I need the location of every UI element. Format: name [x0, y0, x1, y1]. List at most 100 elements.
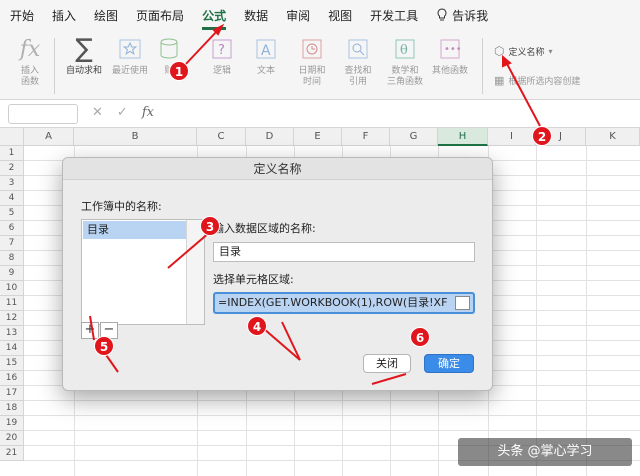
row-header[interactable]: 15: [0, 356, 24, 371]
clock-icon: [299, 36, 325, 62]
ribbon-separator: [54, 38, 55, 94]
tab-insert[interactable]: 插入: [52, 7, 76, 24]
column-header[interactable]: C: [197, 128, 246, 146]
row-header[interactable]: 16: [0, 371, 24, 386]
column-header[interactable]: F: [342, 128, 390, 146]
row-header[interactable]: 18: [0, 401, 24, 416]
row-header[interactable]: 21: [0, 446, 24, 461]
range-reference-value: =INDEX(GET.WORKBOOK(1),ROW(目录!XF: [218, 296, 448, 309]
step-marker-2: 2: [532, 126, 552, 146]
column-header[interactable]: G: [390, 128, 438, 146]
logical-label: 逻辑: [212, 66, 231, 76]
ok-button[interactable]: 确定: [424, 354, 474, 373]
column-header[interactable]: I: [488, 128, 536, 146]
cancel-formula-icon[interactable]: ✕: [92, 105, 103, 120]
sigma-icon: ∑: [75, 33, 93, 64]
logical-button[interactable]: ? 逻辑: [204, 36, 240, 77]
row-header[interactable]: 3: [0, 176, 24, 191]
formula-bar-icons: ✕ ✓ fx: [92, 105, 154, 120]
row-header[interactable]: 12: [0, 311, 24, 326]
svg-text:θ: θ: [400, 43, 408, 58]
more-dots-icon: •••: [437, 36, 463, 62]
insert-function-button[interactable]: fx 插入 函数: [14, 36, 46, 88]
recent-functions-button[interactable]: 最近使用: [108, 36, 152, 77]
row-header[interactable]: 19: [0, 416, 24, 431]
step-marker-6: 6: [410, 327, 430, 347]
range-reference-input[interactable]: =INDEX(GET.WORKBOOK(1),ROW(目录!XF: [213, 292, 475, 314]
workbook-names-label: 工作簿中的名称:: [81, 200, 162, 213]
tab-data[interactable]: 数据: [244, 7, 268, 24]
tag-icon: ⬡: [494, 44, 505, 58]
star-icon: [117, 36, 143, 62]
column-header[interactable]: D: [246, 128, 294, 146]
row-header[interactable]: 17: [0, 386, 24, 401]
theta-icon: θ: [392, 36, 418, 62]
autosum-label: 自动求和: [65, 66, 102, 76]
row-header[interactable]: 2: [0, 161, 24, 176]
row-header[interactable]: 11: [0, 296, 24, 311]
lookup-button[interactable]: 查找和 引用: [338, 36, 378, 88]
tab-formulas[interactable]: 公式: [202, 7, 227, 30]
create-from-selection-button[interactable]: ▦ 根据所选内容创建: [494, 74, 580, 87]
row-header[interactable]: 8: [0, 251, 24, 266]
grid-line: [24, 400, 640, 401]
row-header[interactable]: 13: [0, 326, 24, 341]
name-input[interactable]: 目录: [213, 242, 475, 262]
confirm-formula-icon[interactable]: ✓: [117, 105, 128, 120]
magnifier-icon: [345, 36, 371, 62]
list-scrollbar[interactable]: [186, 220, 204, 324]
tab-developer[interactable]: 开发工具: [370, 7, 418, 24]
name-prompt-label: 输入数据区域的名称:: [213, 222, 316, 235]
add-name-button[interactable]: +: [81, 322, 99, 339]
column-header[interactable]: K: [586, 128, 640, 146]
name-box[interactable]: [8, 104, 78, 124]
column-header-selected[interactable]: H: [438, 128, 488, 146]
dialog-title: 定义名称: [63, 158, 492, 180]
row-header[interactable]: 4: [0, 191, 24, 206]
grid-line: [24, 415, 640, 416]
tab-view[interactable]: 视图: [328, 7, 352, 24]
row-header[interactable]: 5: [0, 206, 24, 221]
row-header[interactable]: 10: [0, 281, 24, 296]
define-name-button[interactable]: ⬡ 定义名称 ▾: [494, 44, 553, 58]
close-button[interactable]: 关闭: [363, 354, 411, 373]
row-header[interactable]: 1: [0, 146, 24, 161]
autosum-button[interactable]: ∑ 自动求和: [62, 36, 106, 77]
tell-me-label: 告诉我: [452, 8, 489, 23]
names-list[interactable]: 目录: [81, 219, 205, 325]
more-functions-button[interactable]: ••• 其他函数: [428, 36, 472, 77]
svg-text:•••: •••: [444, 44, 462, 55]
tab-draw[interactable]: 绘图: [94, 7, 118, 24]
formula-bar: ✕ ✓ fx: [0, 100, 640, 128]
tell-me-search[interactable]: 告诉我: [436, 7, 488, 24]
text-functions-button[interactable]: A 文本: [248, 36, 284, 77]
tab-page-layout[interactable]: 页面布局: [136, 7, 184, 24]
svg-text:?: ?: [218, 43, 225, 58]
column-header[interactable]: A: [24, 128, 74, 146]
row-header[interactable]: 9: [0, 266, 24, 281]
fx-label[interactable]: fx: [142, 105, 154, 120]
datetime-button[interactable]: 日期和 时间: [292, 36, 332, 88]
row-header[interactable]: 20: [0, 431, 24, 446]
step-marker-4: 4: [247, 316, 267, 336]
row-header[interactable]: 6: [0, 221, 24, 236]
grid-line: [24, 430, 640, 431]
math-trig-button[interactable]: θ 数学和 三角函数: [382, 36, 428, 88]
column-header[interactable]: B: [74, 128, 197, 146]
row-header[interactable]: 14: [0, 341, 24, 356]
define-name-dialog: 定义名称 工作簿中的名称: 目录 + − 输入数据区域的名称: 目录 选择单元格…: [62, 157, 493, 391]
range-prompt-label: 选择单元格区域:: [213, 273, 294, 286]
insert-function-label: 插入 函数: [20, 66, 39, 87]
step-marker-1: 1: [169, 61, 189, 81]
tab-review[interactable]: 审阅: [286, 7, 310, 24]
question-icon: ?: [209, 36, 235, 62]
range-picker-icon[interactable]: [455, 296, 470, 310]
list-item[interactable]: 目录: [83, 221, 187, 239]
select-all-corner[interactable]: [0, 128, 24, 146]
more-functions-label: 其他函数: [431, 66, 468, 76]
column-header[interactable]: E: [294, 128, 342, 146]
tab-home[interactable]: 开始: [10, 7, 34, 24]
database-icon: [156, 36, 182, 62]
step-marker-5: 5: [94, 336, 114, 356]
row-header[interactable]: 7: [0, 236, 24, 251]
